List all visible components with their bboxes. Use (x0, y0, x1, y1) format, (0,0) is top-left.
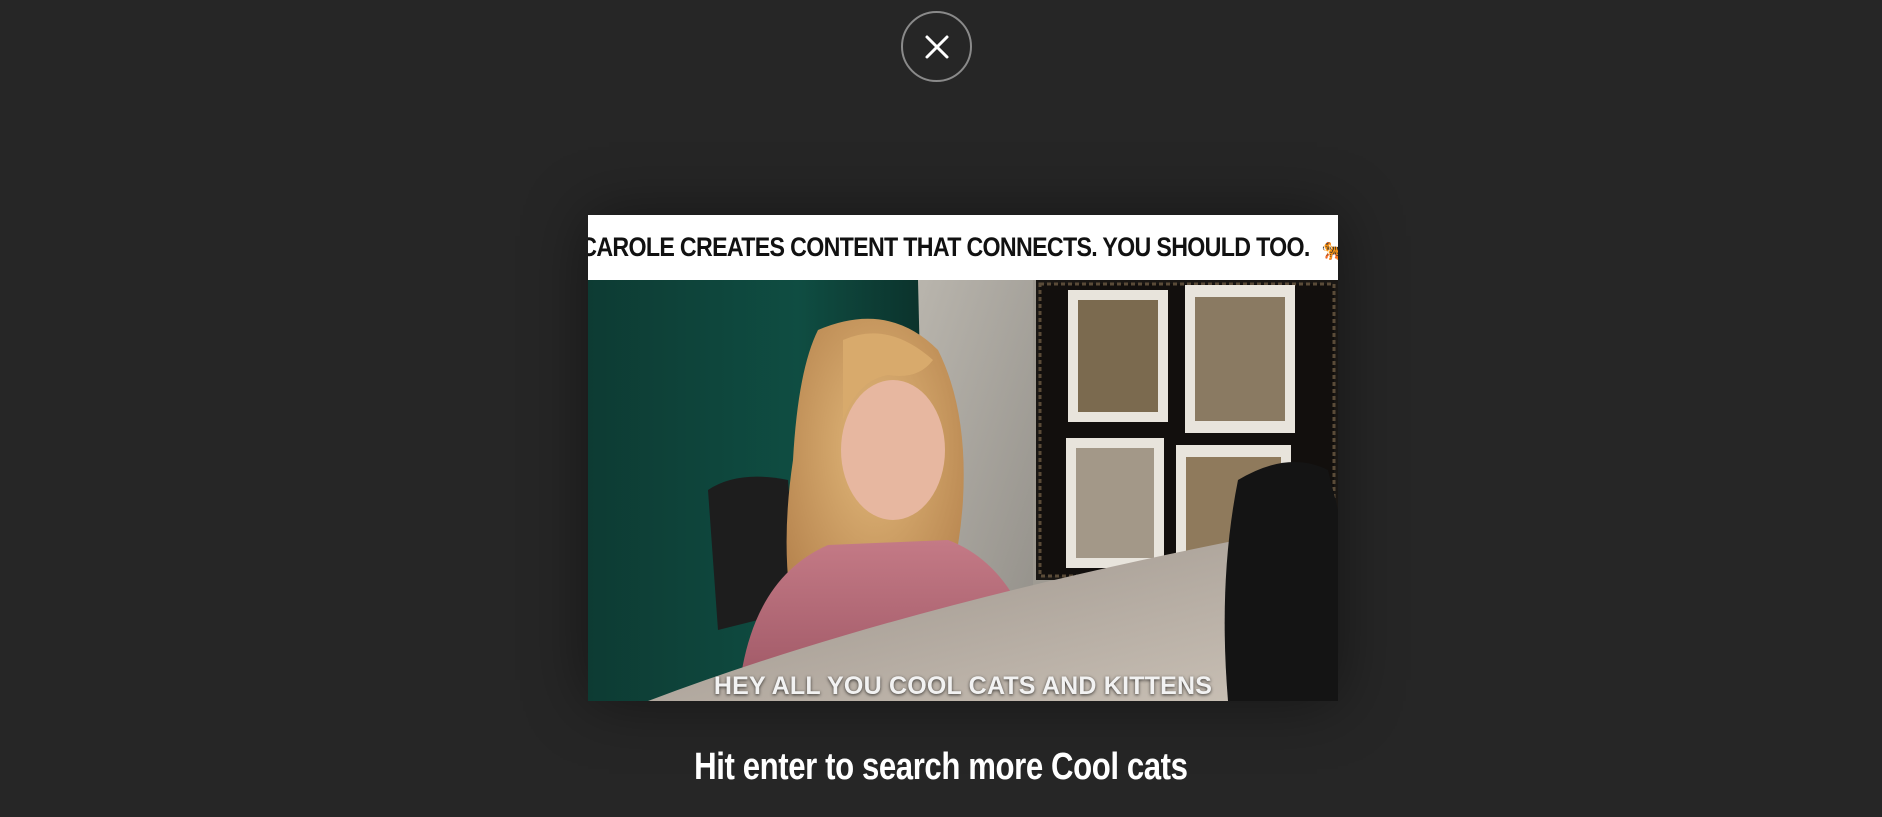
tiger-emoji-icon: 🐅 (1323, 236, 1338, 262)
gif-frame-image (588, 280, 1338, 701)
gif-player[interactable]: CAROLE CREATES CONTENT THAT CONNECTS. YO… (588, 215, 1338, 701)
banner-text: CAROLE CREATES CONTENT THAT CONNECTS. YO… (588, 232, 1338, 263)
gif-caption: HEY ALL YOU COOL CATS AND KITTENS (713, 672, 1213, 700)
search-hint-text: Hit enter to search more Cool cats (694, 746, 1188, 788)
banner-text-label: CAROLE CREATES CONTENT THAT CONNECTS. YO… (588, 232, 1311, 262)
search-hint: Hit enter to search more Cool cats (0, 746, 1882, 789)
close-icon (925, 35, 948, 58)
gif-banner: CAROLE CREATES CONTENT THAT CONNECTS. YO… (588, 215, 1338, 280)
close-button[interactable] (901, 11, 972, 82)
